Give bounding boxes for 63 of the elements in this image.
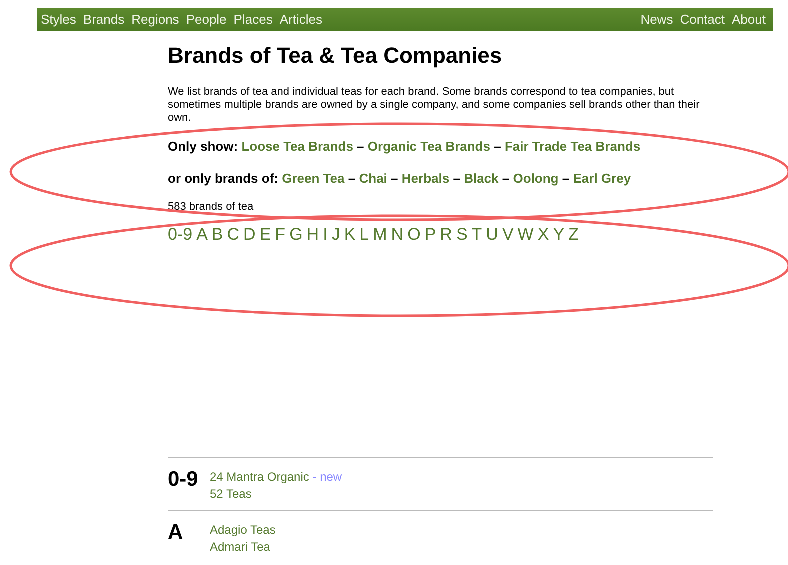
filter-link[interactable]: Organic Tea Brands — [368, 139, 490, 154]
letter-link[interactable]: Z — [568, 225, 579, 245]
brand-link[interactable]: Adagio Teas — [210, 523, 276, 537]
page-title: Brands of Tea & Tea Companies — [168, 42, 504, 69]
filter-label: or only brands of: — [168, 171, 278, 186]
nav-link[interactable]: News — [640, 12, 674, 27]
nav-link[interactable]: Regions — [132, 12, 180, 27]
nav-link[interactable]: Articles — [280, 12, 322, 27]
separator-dash: – — [494, 139, 502, 154]
filter-link[interactable]: Black — [464, 171, 499, 186]
letter-link[interactable]: T — [472, 225, 482, 245]
separator-dash: – — [562, 171, 570, 186]
nav-link[interactable]: Brands — [83, 12, 125, 27]
letter-link[interactable]: 0-9 — [168, 225, 193, 245]
separator-dash: – — [357, 139, 364, 154]
new-tag: - new — [312, 470, 342, 484]
separator-dash: – — [348, 171, 356, 186]
letter-link[interactable]: D — [244, 225, 256, 245]
section-letter: A — [168, 522, 184, 546]
nav-link[interactable]: People — [186, 12, 227, 27]
letter-link[interactable]: X — [538, 225, 550, 245]
letter-link[interactable]: Y — [553, 225, 565, 245]
separator-dash: – — [391, 171, 398, 186]
letter-link[interactable]: V — [502, 225, 514, 245]
filter-link[interactable]: Chai — [359, 171, 388, 186]
separator-dash: – — [502, 171, 510, 186]
letter-link[interactable]: R — [440, 225, 452, 245]
letter-link[interactable]: E — [260, 225, 272, 245]
nav-link[interactable]: Contact — [680, 12, 726, 27]
section-letter: 0-9 — [168, 469, 200, 493]
letter-link[interactable]: M — [373, 225, 388, 245]
letter-link[interactable]: B — [212, 225, 224, 245]
letter-link[interactable]: S — [456, 225, 468, 245]
letter-link[interactable]: H — [306, 225, 320, 245]
filter-link[interactable]: Earl Grey — [573, 171, 632, 186]
letter-link[interactable]: P — [424, 225, 436, 245]
letter-link[interactable]: K — [344, 225, 356, 245]
separator-dash: – — [453, 171, 460, 186]
letter-link[interactable]: I — [323, 225, 328, 245]
letter-link[interactable]: W — [518, 225, 534, 245]
letter-link[interactable]: G — [290, 225, 303, 245]
filter-label: Only show: — [168, 139, 238, 154]
filter-link[interactable]: Herbals — [402, 171, 450, 186]
letter-link[interactable]: N — [391, 225, 404, 245]
letter-link[interactable]: A — [196, 225, 208, 245]
nav-link[interactable]: Places — [234, 12, 273, 27]
letter-link[interactable]: F — [275, 225, 286, 245]
letter-link[interactable]: L — [360, 225, 370, 245]
brand-link[interactable]: Admari Tea — [210, 540, 270, 554]
brand-count: 583 brands of tea — [168, 201, 255, 213]
nav-link[interactable]: Styles — [41, 12, 76, 27]
letter-link[interactable]: U — [486, 225, 498, 245]
letter-link[interactable]: O — [408, 225, 421, 245]
letter-link[interactable]: J — [332, 225, 340, 245]
brand-link[interactable]: 52 Teas — [210, 487, 252, 501]
filter-link[interactable]: Fair Trade Tea Brands — [504, 139, 641, 154]
filter-link[interactable]: Oolong — [513, 171, 559, 186]
intro-paragraph: We list brands of tea and individual teas for each brand. Some brands correspond to tea companies, but sometimes multiple brands are owned by a single company, and some companies sell brands other than their own. — [168, 86, 700, 125]
brand-link[interactable]: 24 Mantra Organic — [210, 470, 310, 484]
filter-link[interactable]: Green Tea — [282, 171, 345, 186]
filter-link[interactable]: Loose Tea Brands — [242, 139, 354, 154]
letter-link[interactable]: C — [227, 225, 240, 245]
nav-link[interactable]: About — [732, 12, 766, 27]
